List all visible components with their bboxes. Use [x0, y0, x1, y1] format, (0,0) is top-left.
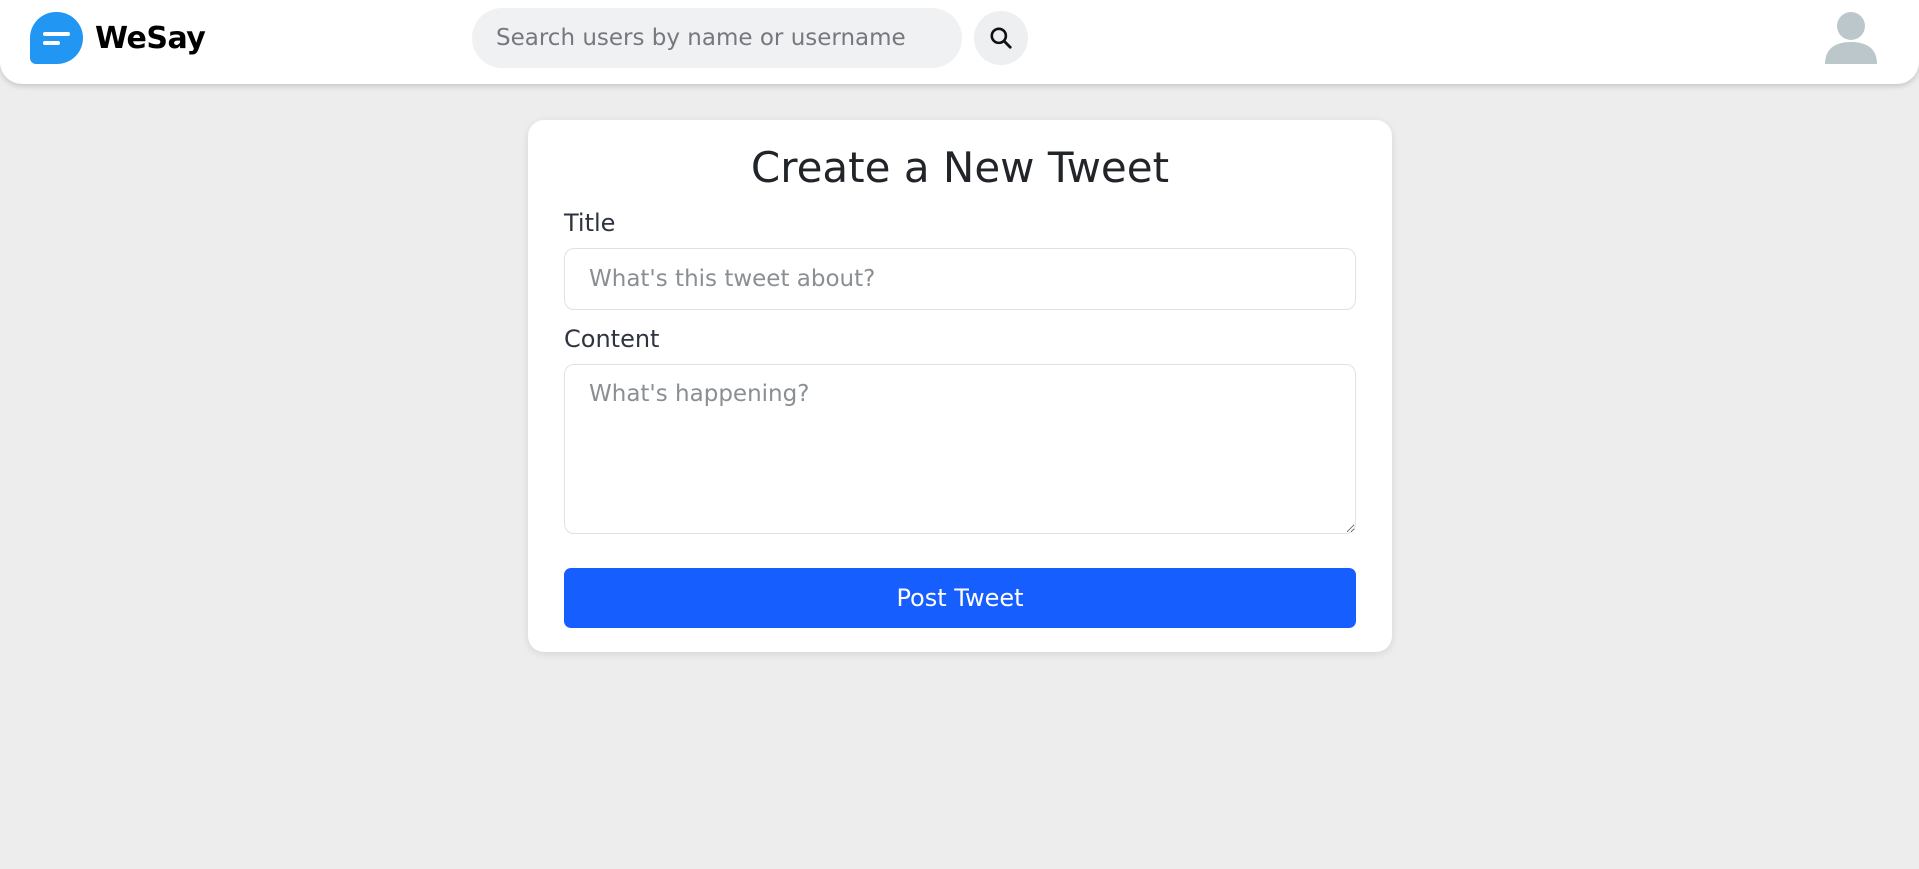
title-input[interactable]: [564, 248, 1356, 310]
chat-bubble-logo-icon: [30, 12, 83, 64]
title-label: Title: [564, 209, 616, 237]
content-textarea[interactable]: [564, 364, 1356, 534]
brand-link[interactable]: WeSay: [30, 12, 206, 64]
search-input[interactable]: [472, 8, 962, 68]
user-avatar-icon[interactable]: [1822, 10, 1880, 66]
brand-name: WeSay: [95, 20, 206, 56]
top-navbar: WeSay: [0, 0, 1919, 84]
search-icon: [990, 27, 1012, 49]
page-title: Create a New Tweet: [750, 143, 1170, 192]
post-tweet-button[interactable]: Post Tweet: [564, 568, 1356, 628]
search-button[interactable]: [974, 11, 1028, 65]
content-label: Content: [564, 325, 660, 353]
